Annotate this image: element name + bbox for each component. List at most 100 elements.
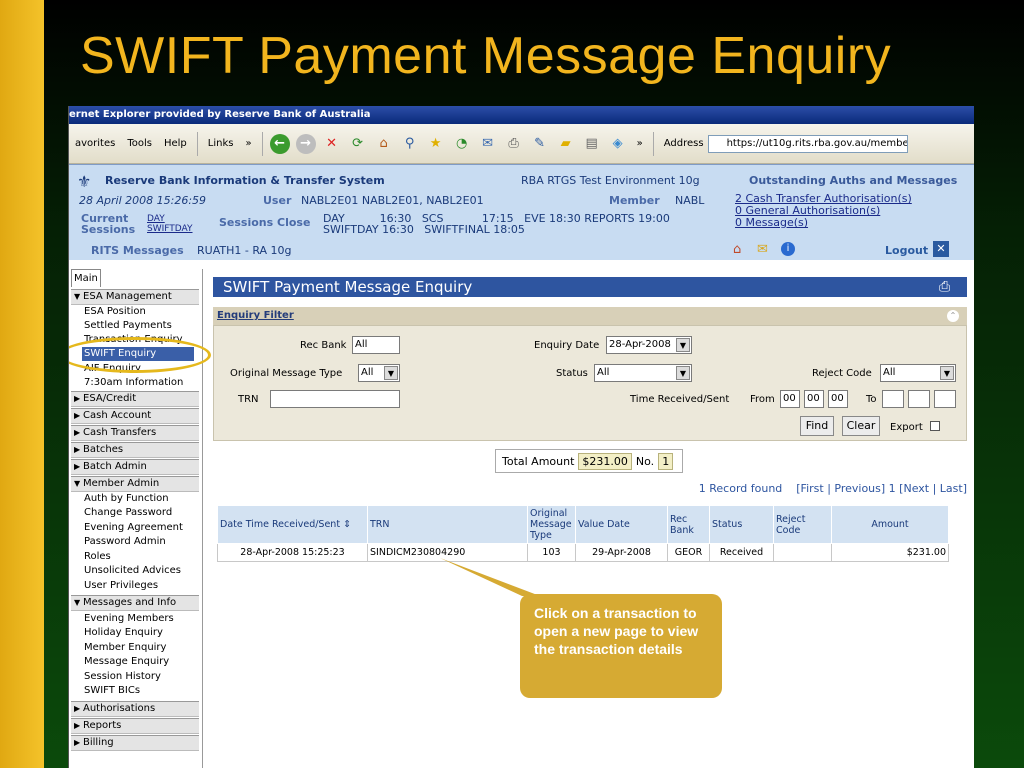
column-header-trn[interactable]: TRN (367, 505, 528, 544)
column-header-datetime[interactable]: Date Time Received/Sent ⇕ (217, 505, 368, 544)
original-message-type-select[interactable]: All ▼ (358, 364, 400, 382)
from-second-input[interactable]: 00 (828, 390, 848, 408)
nav-category-batch-admin[interactable]: Batch Admin (71, 459, 199, 475)
cell-status[interactable]: Received (709, 543, 774, 562)
menu-help[interactable]: Help (164, 138, 187, 149)
address-input[interactable]: https://ut10g.rits.rba.gov.au/members/ac (707, 134, 908, 153)
nav-item-member-enquiry[interactable]: Member Enquiry (84, 641, 166, 655)
original-message-type-label: Original Message Type (230, 368, 343, 379)
cell-reject-code[interactable] (773, 543, 832, 562)
nav-category-esa-management[interactable]: ESA Management (71, 289, 199, 305)
nav-item-message-enquiry[interactable]: Message Enquiry (84, 655, 169, 669)
stop-icon[interactable]: ✕ (322, 134, 342, 154)
search-icon[interactable]: ⚲ (400, 134, 420, 154)
user-label: User (263, 194, 292, 207)
to-minute-input[interactable] (908, 390, 930, 408)
menu-favorites[interactable]: avorites (75, 138, 115, 149)
rec-bank-field[interactable]: All (352, 336, 400, 354)
column-header-status[interactable]: Status (709, 505, 774, 544)
to-label: To (866, 394, 877, 405)
filter-header[interactable]: Enquiry Filter (213, 307, 967, 325)
home-icon[interactable]: ⌂ (733, 242, 741, 257)
cell-value-date[interactable]: 29-Apr-2008 (575, 543, 668, 562)
chevron-down-icon: ▼ (384, 366, 398, 380)
nav-category-messages-and-info[interactable]: Messages and Info (71, 595, 199, 611)
nav-category-reports[interactable]: Reports (71, 718, 199, 734)
session-day[interactable]: DAY (147, 214, 165, 224)
cell-datetime[interactable]: 28-Apr-2008 15:25:23 (217, 543, 368, 562)
column-header-reject-code[interactable]: Reject Code (773, 505, 832, 544)
nav-item-user-privileges[interactable]: User Privileges (84, 579, 158, 593)
mail-icon[interactable]: ✉ (478, 134, 498, 154)
nav-category-cash-account[interactable]: Cash Account (71, 408, 199, 424)
reject-code-label: Reject Code (812, 368, 872, 379)
from-hour-input[interactable]: 00 (780, 390, 800, 408)
to-second-input[interactable] (934, 390, 956, 408)
enquiry-date-value: 28-Apr-2008 (609, 339, 671, 350)
nav-item-evening-members[interactable]: Evening Members (84, 612, 174, 626)
column-header-original-message-type[interactable]: Original Message Type (527, 505, 576, 544)
address-label: Address (663, 138, 704, 149)
nav-item-settled-payments[interactable]: Settled Payments (84, 319, 172, 333)
nav-item-session-history[interactable]: Session History (84, 670, 161, 684)
nav-category-esa-credit[interactable]: ESA/Credit (71, 391, 199, 407)
folder-icon[interactable]: ▰ (556, 134, 576, 154)
collapse-icon[interactable]: ⌃ (947, 310, 959, 322)
nav-item-evening-agreement[interactable]: Evening Agreement (84, 521, 183, 535)
mail-icon[interactable]: ✉ (757, 242, 768, 257)
export-checkbox[interactable] (930, 421, 940, 431)
table-row[interactable]: 28-Apr-2008 15:25:23 SINDICM230804290 10… (217, 543, 949, 562)
logout-link[interactable]: Logout (885, 244, 928, 257)
nav-item-auth-by-function[interactable]: Auth by Function (84, 492, 169, 506)
back-icon[interactable]: ← (269, 133, 290, 154)
messenger-icon[interactable]: ◈ (608, 134, 628, 154)
nav-item-roles[interactable]: Roles (84, 550, 111, 564)
nav-item-esa-position[interactable]: ESA Position (84, 305, 146, 319)
nav-item-holiday-enquiry[interactable]: Holiday Enquiry (84, 626, 163, 640)
column-header-value-date[interactable]: Value Date (575, 505, 668, 544)
more-chevron-icon[interactable]: » (637, 138, 643, 149)
nav-item-swift-bics[interactable]: SWIFT BICs (84, 684, 140, 698)
find-button[interactable]: Find (800, 416, 834, 436)
nav-item-change-password[interactable]: Change Password (84, 506, 172, 520)
refresh-icon[interactable]: ⟳ (348, 134, 368, 154)
pagination-info[interactable]: 1 Record found [First | Previous] 1 [Nex… (213, 482, 967, 495)
outstanding-link-messages[interactable]: 0 Message(s) (735, 216, 808, 229)
nav-category-billing[interactable]: Billing (71, 735, 199, 751)
links-button[interactable]: Links (208, 138, 234, 149)
print-icon[interactable]: ⎙ (939, 279, 950, 295)
nav-category-batches[interactable]: Batches (71, 442, 199, 458)
to-hour-input[interactable] (882, 390, 904, 408)
nav-category-authorisations[interactable]: Authorisations (71, 701, 199, 717)
tab-main[interactable]: Main (71, 269, 101, 287)
close-icon[interactable]: ✕ (933, 241, 949, 257)
nav-category-cash-transfers[interactable]: Cash Transfers (71, 425, 199, 441)
column-header-amount[interactable]: Amount (831, 505, 949, 544)
reject-code-select[interactable]: All ▼ (880, 364, 956, 382)
from-minute-input[interactable]: 00 (804, 390, 824, 408)
history-icon[interactable]: ◔ (452, 134, 472, 154)
more-chevron-icon[interactable]: » (246, 138, 252, 149)
clear-button[interactable]: Clear (842, 416, 880, 436)
nav-item-password-admin[interactable]: Password Admin (84, 535, 166, 549)
print-icon[interactable]: ⎙ (504, 134, 524, 154)
nav-item-730am-information[interactable]: 7:30am Information (84, 376, 183, 390)
favorites-star-icon[interactable]: ★ (426, 134, 446, 154)
forward-icon[interactable]: → (295, 133, 316, 154)
edit-icon[interactable]: ✎ (530, 134, 550, 154)
cell-rec-bank[interactable]: GEOR (667, 543, 710, 562)
menu-tools[interactable]: Tools (127, 138, 152, 149)
info-icon[interactable]: i (781, 242, 795, 256)
status-select[interactable]: All ▼ (594, 364, 692, 382)
nav-category-member-admin[interactable]: Member Admin (71, 476, 199, 492)
chevron-down-icon: ▼ (676, 338, 690, 352)
column-header-rec-bank[interactable]: Rec Bank (667, 505, 710, 544)
enquiry-date-select[interactable]: 28-Apr-2008 ▼ (606, 336, 692, 354)
cell-amount[interactable]: $231.00 (831, 543, 949, 562)
nav-item-unsolicited-advices[interactable]: Unsolicited Advices (84, 564, 181, 578)
session-swiftday[interactable]: SWIFTDAY (147, 224, 193, 234)
home-icon[interactable]: ⌂ (374, 134, 394, 154)
sort-icon[interactable]: ⇕ (343, 519, 351, 530)
trn-input[interactable] (270, 390, 400, 408)
research-icon[interactable]: ▤ (582, 134, 602, 154)
